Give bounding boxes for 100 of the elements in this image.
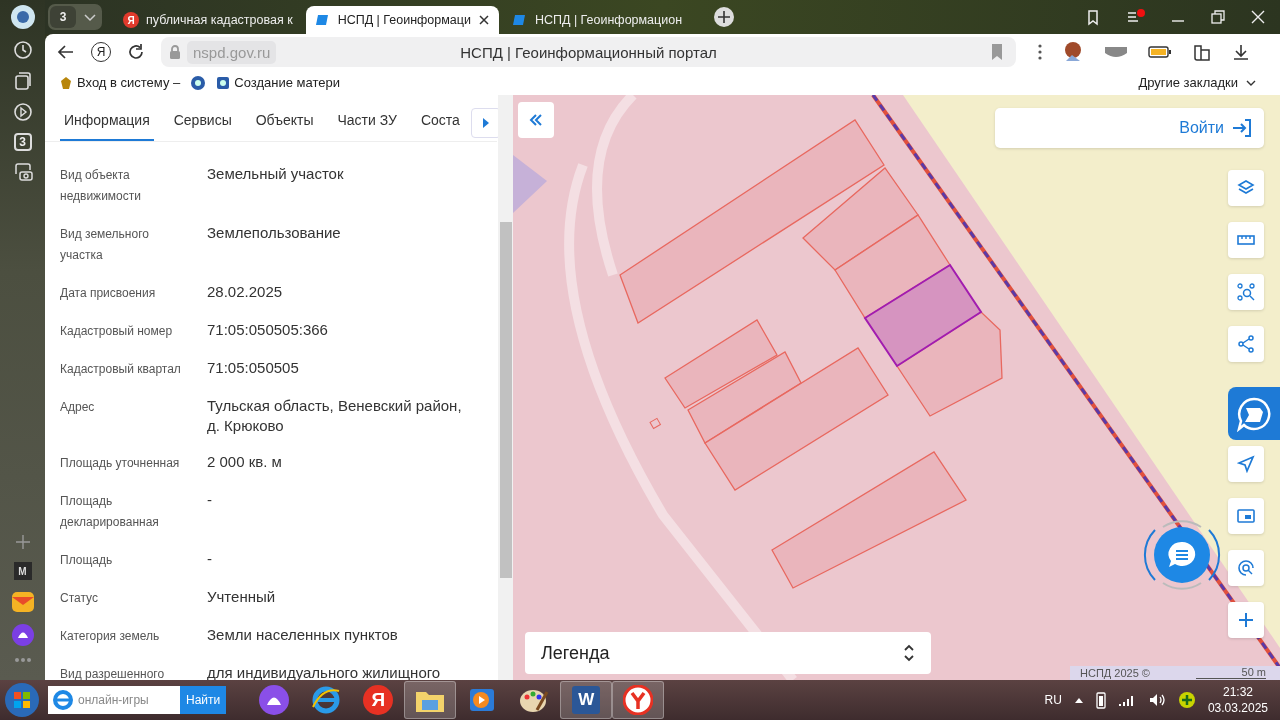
- taskbar-clock[interactable]: 21:32 03.03.2025: [1207, 684, 1268, 716]
- area-search-icon: [1237, 283, 1255, 301]
- screenshot-camera-icon[interactable]: [12, 162, 33, 182]
- clock-date: 03.03.2025: [1207, 700, 1268, 716]
- back-arrow-icon[interactable]: [57, 43, 75, 61]
- tab-title: НСПД | Геоинформаци: [337, 13, 471, 27]
- profile-avatar-icon[interactable]: [10, 5, 35, 29]
- close-icon[interactable]: [477, 14, 490, 26]
- panel-tab[interactable]: Объекты: [251, 95, 318, 141]
- side-panel-tab[interactable]: [1228, 387, 1280, 440]
- field-label: Адрес: [60, 399, 96, 416]
- taskbar-app[interactable]: Я: [352, 681, 405, 719]
- battery-icon[interactable]: [1095, 691, 1106, 709]
- plus-circle-tray-icon[interactable]: [1177, 691, 1196, 709]
- url-text: nspd.gov.ru: [187, 40, 277, 64]
- map-tool-button[interactable]: [1228, 498, 1264, 534]
- lock-icon: [167, 44, 183, 60]
- collapse-panel-button[interactable]: [518, 102, 554, 138]
- mushroom-extension-icon[interactable]: [1062, 41, 1084, 63]
- triangle-right-icon: [483, 118, 489, 128]
- reload-icon[interactable]: [127, 43, 145, 61]
- signal-bars-icon[interactable]: [1117, 693, 1136, 707]
- legend-dropdown[interactable]: Легенда: [525, 632, 931, 674]
- panel-tab[interactable]: Соста: [416, 95, 464, 141]
- chevron-down-icon: [1246, 78, 1256, 87]
- bookmark-link[interactable]: Создание матери: [216, 75, 340, 90]
- taskbar-search-field[interactable]: онлайн-игры: [48, 686, 180, 714]
- address-bar[interactable]: nspd.gov.ru НСПД | Геоинформационный портал: [161, 37, 1016, 67]
- envelope-icon[interactable]: [10, 591, 35, 613]
- puzzle-extension-icon[interactable]: [1192, 42, 1212, 62]
- emblem-icon: [216, 75, 231, 90]
- panel-tab[interactable]: Информация: [60, 95, 154, 141]
- scale-bar: 50 m: [1196, 667, 1266, 679]
- scroll-tabs-button[interactable]: [471, 108, 501, 138]
- browser-tab[interactable]: НСПД | Геоинформаци: [305, 6, 499, 34]
- play-circle-icon[interactable]: [12, 102, 33, 122]
- language-indicator[interactable]: RU: [1044, 693, 1062, 707]
- field-label: Статус: [60, 590, 99, 607]
- picture-in-picture-icon: [1237, 507, 1255, 525]
- field-label: Вид разрешенного: [60, 666, 166, 680]
- field-value: -: [207, 490, 213, 510]
- mail-app-icon[interactable]: M: [13, 562, 32, 580]
- history-clock-icon[interactable]: [12, 40, 33, 60]
- tab-group-button[interactable]: 3: [50, 6, 76, 28]
- scrollbar[interactable]: [498, 95, 513, 680]
- field-value: Земли населенных пунктов: [207, 625, 399, 645]
- browser-tab[interactable]: НСПД | Геоинформацион: [502, 6, 692, 34]
- field-value: 28.02.2025: [207, 282, 284, 302]
- bookmark-link[interactable]: Вход в систему –: [59, 75, 181, 90]
- field-value: Земельный участок: [207, 164, 345, 184]
- more-vertical-icon[interactable]: [1038, 44, 1042, 60]
- field-value: Тульская область, Веневский район, д. Крюково: [207, 396, 463, 436]
- selected-parcel[interactable]: [863, 263, 983, 368]
- close-icon[interactable]: [1250, 9, 1266, 25]
- yandex-icon: Я: [363, 685, 394, 715]
- zoom-in-icon: [1237, 611, 1255, 629]
- field-value: 2 000 кв. м: [207, 452, 283, 472]
- field-label: Площадь декларированная: [60, 493, 160, 531]
- field-label: Дата присвоения: [60, 285, 157, 302]
- yandex-browser-icon: [623, 685, 654, 715]
- tab-counter[interactable]: 3: [13, 133, 32, 151]
- taskbar-app[interactable]: [612, 681, 665, 719]
- other-bookmarks-menu[interactable]: Другие закладки: [1138, 75, 1256, 90]
- more-dots-icon[interactable]: [13, 657, 32, 663]
- word-icon: W: [572, 686, 601, 714]
- panel-tab[interactable]: Сервисы: [169, 95, 236, 141]
- field-label: Категория земель: [60, 628, 161, 645]
- field-label: Площадь уточненная: [60, 455, 181, 472]
- taskbar-app[interactable]: W: [560, 681, 613, 719]
- tray-arrow-up-icon[interactable]: [1073, 696, 1084, 704]
- battery-icon[interactable]: [1148, 45, 1172, 59]
- map-tool-button[interactable]: [1228, 274, 1264, 310]
- tab-title: НСПД | Геоинформацион: [534, 13, 683, 27]
- shield-extension-icon[interactable]: [1104, 45, 1128, 59]
- map-tool-button[interactable]: [1228, 550, 1264, 586]
- volume-icon[interactable]: [1147, 692, 1166, 708]
- map-tool-button[interactable]: [1228, 326, 1264, 362]
- field-value: 71:05:050505:366: [207, 320, 329, 340]
- sort-arrows-icon: [903, 643, 915, 663]
- panel-tab[interactable]: Части ЗУ: [333, 95, 401, 141]
- favicon-icon: Я: [123, 12, 139, 28]
- collections-icon[interactable]: [12, 71, 33, 91]
- double-chevron-left-icon: [529, 113, 543, 127]
- clock-time: 21:32: [1222, 684, 1253, 700]
- map-tool-button[interactable]: [1228, 446, 1264, 482]
- new-tab-plus-icon[interactable]: [713, 6, 736, 28]
- page-title: НСПД | Геоинформационный портал: [460, 43, 717, 61]
- map-view[interactable]: Войти Легенда НСПД 2025 © 50 m: [513, 95, 1280, 680]
- field-value: -: [207, 549, 213, 569]
- start-orb-icon[interactable]: [2, 681, 42, 719]
- map-tool-button[interactable]: [1228, 602, 1264, 638]
- browser-tab[interactable]: Я публичная кадастровая к: [114, 6, 302, 34]
- map-tool-button[interactable]: [1228, 222, 1264, 258]
- restore-icon[interactable]: [1210, 9, 1226, 25]
- download-icon[interactable]: [1232, 43, 1250, 61]
- login-button[interactable]: Войти: [995, 108, 1264, 148]
- search-button[interactable]: Найти: [180, 686, 227, 714]
- alice-assistant-icon[interactable]: [11, 624, 34, 646]
- taskbar-app[interactable]: [404, 681, 457, 719]
- map-tool-button[interactable]: [1228, 170, 1264, 206]
